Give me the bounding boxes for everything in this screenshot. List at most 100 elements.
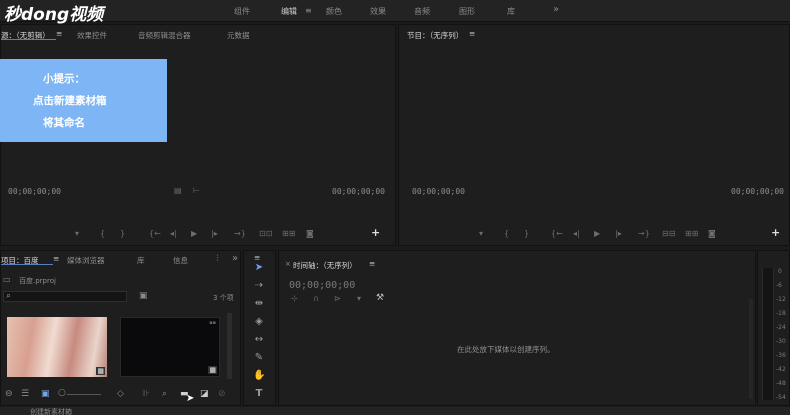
program-transport-controls: ▾ { } {← ◂| ▶ |▸ →} ⊟⊟ ⊞⊞ ◙ xyxy=(479,229,729,239)
timeline-empty-message: 在此处放下媒体以创建序列。 xyxy=(457,345,555,354)
tip-line-1: 小提示： xyxy=(43,73,85,85)
go-to-out-icon[interactable]: →} xyxy=(234,229,246,238)
tab-timeline[interactable]: 时间轴：（无序列） xyxy=(293,260,357,271)
track-select-tool-icon[interactable]: ⇢ xyxy=(253,280,265,292)
fit-dropdown-icon[interactable]: ▤ xyxy=(174,186,182,195)
wrench-icon[interactable]: ⚒ xyxy=(376,293,384,303)
source-timecode-current[interactable]: 00;00;00;00 xyxy=(8,187,61,196)
workspace-tab-audio[interactable]: 音频 xyxy=(414,6,430,17)
linked-selection-icon[interactable]: ⊳ xyxy=(334,294,341,303)
clip-thumbnail-2[interactable]: ▪▪ ▦ xyxy=(120,317,220,377)
project-file-icon: ▭ xyxy=(3,275,11,284)
tab-program[interactable]: 节目：（无序列） xyxy=(407,30,463,41)
clear-icon[interactable]: ⊘ xyxy=(218,389,226,399)
workspace-tab-libraries[interactable]: 库 xyxy=(507,6,515,17)
db-label: -42 xyxy=(776,366,786,373)
play-icon[interactable]: ▶ xyxy=(594,229,600,238)
source-transport-controls: ▾ { } {← ◂| ▶ |▸ →} ⊡⊡ ⊞⊞ ◙ xyxy=(75,229,325,239)
workspace-tab-editing[interactable]: 编辑 xyxy=(281,6,297,17)
clear-in-icon[interactable]: } xyxy=(120,229,125,238)
step-forward-icon[interactable]: |▸ xyxy=(615,229,622,238)
tab-effect-controls[interactable]: 效果控件 xyxy=(77,30,107,41)
mark-in-icon[interactable]: ▾ xyxy=(479,229,483,238)
ripple-edit-tool-icon[interactable]: ⇹ xyxy=(253,298,265,310)
workspace-tab-graphics[interactable]: 图形 xyxy=(459,6,475,17)
status-text: 创建新素材箱 xyxy=(30,408,72,415)
hand-tool-icon[interactable]: ✋ xyxy=(253,370,265,382)
timeline-timecode[interactable]: 00;00;00;00 xyxy=(289,280,355,291)
panel-menu-icon[interactable]: ≡ xyxy=(369,259,375,268)
step-back-icon[interactable]: ◂| xyxy=(573,229,580,238)
add-marker-icon[interactable]: ▾ xyxy=(357,294,361,303)
step-back-icon[interactable]: ◂| xyxy=(170,229,177,238)
tab-metadata[interactable]: 元数据 xyxy=(227,30,250,41)
insert-icon[interactable]: ⊡⊡ xyxy=(259,229,272,238)
source-timecode-duration: 00;00;00;00 xyxy=(332,187,385,196)
tools-menu-icon[interactable]: ≡ xyxy=(254,253,260,262)
go-to-out-icon[interactable]: →} xyxy=(638,229,650,238)
clip-thumbnail-1[interactable]: ▦ xyxy=(7,317,107,377)
panel-menu-icon[interactable]: ≡ xyxy=(56,29,62,38)
workspace-tab-color[interactable]: 颜色 xyxy=(326,6,342,17)
panel-overflow-icon[interactable]: » xyxy=(232,253,238,264)
go-to-in-icon[interactable]: {← xyxy=(551,229,563,238)
mark-out-icon[interactable]: { xyxy=(504,229,509,238)
zoom-slider-track[interactable] xyxy=(67,394,101,395)
timeline-scrollbar[interactable] xyxy=(749,299,753,399)
export-frame-icon[interactable]: ◙ xyxy=(708,229,716,238)
razor-tool-icon[interactable]: ◈ xyxy=(253,316,265,328)
db-label: -12 xyxy=(776,296,786,303)
zoom-slider-handle[interactable]: ○ xyxy=(58,388,66,398)
list-view-icon[interactable]: ☰ xyxy=(21,389,29,399)
nest-toggle-icon[interactable]: ⊹ xyxy=(291,294,298,303)
search-icon: ⌕ xyxy=(6,291,12,301)
project-search-input[interactable]: ⌕ xyxy=(3,291,127,302)
selection-tool-icon[interactable]: ➤ xyxy=(253,262,265,274)
automate-to-sequence-icon[interactable]: ⊪ xyxy=(142,389,150,399)
mark-in-icon[interactable]: ▾ xyxy=(75,229,79,238)
program-monitor-panel: 节目：（无序列） ≡ 00;00;00;00 00;00;00;00 ▾ { }… xyxy=(398,24,790,246)
step-forward-icon[interactable]: |▸ xyxy=(211,229,218,238)
tab-media-browser[interactable]: 媒体浏览器 xyxy=(67,255,105,266)
add-button-icon[interactable]: + xyxy=(371,226,380,239)
lift-icon[interactable]: ⊟⊟ xyxy=(662,229,675,238)
new-bin-from-search-icon[interactable]: ▣ xyxy=(139,291,148,301)
tab-libraries[interactable]: 库 xyxy=(137,255,145,266)
sort-icons-icon[interactable]: ◇ xyxy=(117,389,124,399)
clip-type-icon: ▦ xyxy=(208,366,217,374)
pen-tool-icon[interactable]: ✎ xyxy=(253,352,265,364)
project-scrollbar[interactable] xyxy=(227,313,232,379)
snap-icon[interactable]: ∩ xyxy=(313,294,319,303)
active-tab-underline xyxy=(1,264,53,265)
workspace-overflow-icon[interactable]: » xyxy=(553,4,559,15)
workspace-menu-icon[interactable]: ≡ xyxy=(305,6,312,15)
export-frame-icon[interactable]: ◙ xyxy=(306,229,314,238)
new-item-icon[interactable]: ◪ xyxy=(200,389,209,399)
type-tool-icon[interactable]: T xyxy=(253,388,265,400)
tab-info[interactable]: 信息 xyxy=(173,255,188,266)
workspace-tab-assembly[interactable]: 组件 xyxy=(234,6,250,17)
watermark-logo: 秒dong视频 xyxy=(4,5,104,25)
tab-audio-clip-mixer[interactable]: 音频剪辑混合器 xyxy=(138,30,191,41)
lock-icon[interactable]: ⊖ xyxy=(5,389,13,399)
more-tabs-icon[interactable]: ⋮ xyxy=(214,253,222,262)
play-icon[interactable]: ▶ xyxy=(191,229,197,238)
tip-overlay: 小提示： 点击新建素材箱 将其命名 xyxy=(0,59,167,142)
settings-icon[interactable]: ⊢ xyxy=(193,186,200,195)
close-tab-icon[interactable]: × xyxy=(285,260,291,268)
workspace-bar: 秒dong视频 组件 编辑 ≡ 颜色 效果 音频 图形 库 » xyxy=(0,0,790,25)
clear-in-icon[interactable]: } xyxy=(524,229,529,238)
go-to-in-icon[interactable]: {← xyxy=(149,229,161,238)
db-label: -6 xyxy=(776,282,782,289)
overwrite-icon[interactable]: ⊞⊞ xyxy=(282,229,295,238)
find-icon[interactable]: ⌕ xyxy=(162,389,167,399)
workspace-tab-effects[interactable]: 效果 xyxy=(370,6,386,17)
panel-menu-icon[interactable]: ≡ xyxy=(53,254,59,263)
slip-tool-icon[interactable]: ↔ xyxy=(253,334,265,346)
icon-view-icon[interactable]: ▣ xyxy=(41,389,50,399)
program-timecode-current[interactable]: 00;00;00;00 xyxy=(412,187,465,196)
mark-out-icon[interactable]: { xyxy=(100,229,105,238)
extract-icon[interactable]: ⊞⊞ xyxy=(685,229,698,238)
add-button-icon[interactable]: + xyxy=(771,226,780,239)
panel-menu-icon[interactable]: ≡ xyxy=(469,29,475,38)
